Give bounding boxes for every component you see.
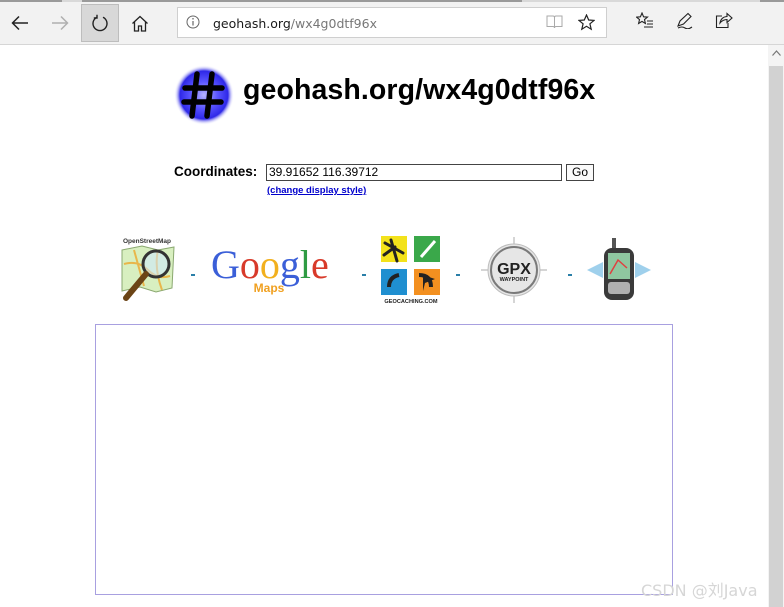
google-maps-link[interactable]: Google Maps [211, 242, 345, 301]
back-button[interactable] [1, 4, 39, 42]
separator-dash [456, 274, 460, 276]
forward-arrow-icon [52, 15, 69, 31]
go-button[interactable]: Go [566, 164, 594, 181]
back-arrow-icon [11, 15, 28, 31]
gps-device-link[interactable] [585, 236, 653, 302]
favorites-list-icon[interactable] [636, 12, 654, 29]
scroll-up-arrow-icon[interactable] [772, 50, 781, 56]
home-icon [132, 15, 148, 32]
separator-dash [362, 274, 366, 276]
reading-view-icon[interactable] [546, 15, 563, 29]
browser-toolbar: geohash.org/wx4g0dtf96x [0, 2, 784, 45]
coordinates-input[interactable]: 39.91652 116.39712 [266, 164, 562, 181]
watermark-text: CSDN @刘Java [641, 581, 758, 600]
url-path: /wx4g0dtf96x [290, 16, 377, 31]
url-host: geohash.org [213, 16, 291, 31]
separator-dash [191, 274, 195, 276]
geocaching-label: GEOCACHING.COM [384, 299, 437, 305]
forward-button[interactable] [41, 4, 79, 42]
google-maps-label: Maps [254, 281, 285, 295]
geocaching-link[interactable]: GEOCACHING.COM [379, 235, 443, 305]
scrollbar-thumb[interactable] [769, 66, 783, 607]
address-bar[interactable]: geohash.org/wx4g0dtf96x [177, 7, 607, 38]
separator-dash [568, 274, 572, 276]
home-button[interactable] [121, 4, 159, 42]
map-frame[interactable] [95, 324, 673, 595]
waypoint-label: WAYPOINT [500, 277, 529, 283]
google-maps-logo: Google Maps [211, 242, 329, 295]
coordinates-label: Coordinates: [174, 164, 258, 179]
osm-label: OpenStreetMap [123, 238, 171, 245]
openstreetmap-link[interactable]: OpenStreetMap [114, 236, 180, 304]
share-icon[interactable] [715, 12, 733, 29]
gpx-label: GPX [497, 261, 531, 278]
gpx-waypoint-link[interactable]: GPX WAYPOINT [480, 236, 548, 304]
geohash-logo-icon [174, 65, 234, 125]
info-icon[interactable] [186, 15, 200, 29]
pen-icon[interactable] [676, 12, 694, 29]
page-title: geohash.org/wx4g0dtf96x [243, 74, 596, 106]
refresh-icon [92, 14, 108, 32]
star-icon[interactable] [578, 14, 595, 31]
change-display-style-link[interactable]: (change display style) [267, 185, 366, 196]
refresh-button[interactable] [81, 4, 119, 42]
address-url[interactable]: geohash.org/wx4g0dtf96x [213, 16, 377, 31]
